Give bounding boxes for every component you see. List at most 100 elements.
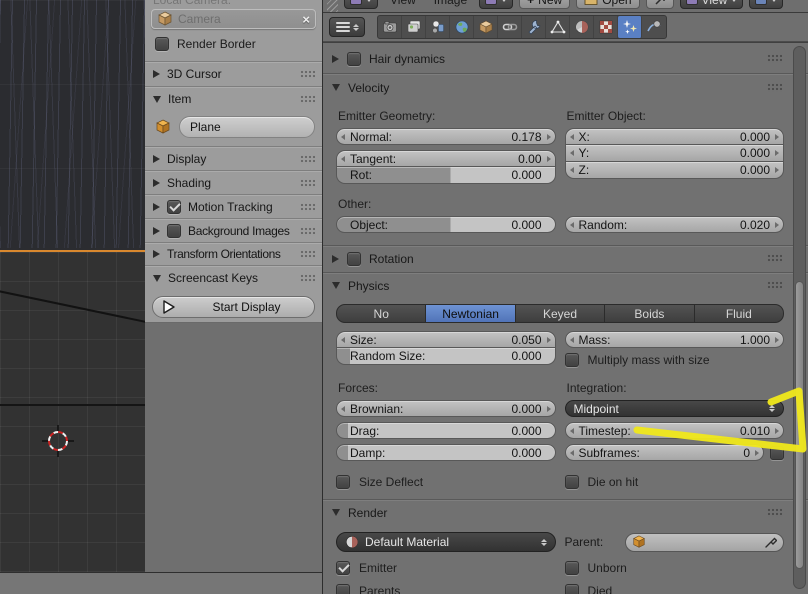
sidebar-item-background-images[interactable]: Background Images xyxy=(153,220,315,242)
mass-field[interactable]: Mass: 1.000 xyxy=(564,331,784,348)
die-on-hit-checkbox[interactable] xyxy=(564,475,579,489)
emitter-checkbox[interactable] xyxy=(336,561,350,575)
random-field[interactable]: Random: 0.020 xyxy=(564,216,784,233)
tab-world[interactable] xyxy=(450,16,474,38)
sidebar-item-motion-tracking[interactable]: Motion Tracking xyxy=(153,196,315,218)
tab-modifiers[interactable] xyxy=(522,16,546,38)
tab-render[interactable] xyxy=(378,16,402,38)
physics-type-boids[interactable]: Boids xyxy=(605,304,695,323)
normal-field[interactable]: Normal: 0.178 xyxy=(336,128,556,145)
panel-physics[interactable]: Physics xyxy=(323,275,808,296)
clear-x-icon[interactable]: × xyxy=(302,12,310,27)
editor-type-dropdown[interactable] xyxy=(344,0,378,9)
panel-grip-icon[interactable] xyxy=(300,226,315,236)
rot-slider[interactable]: Rot: 0.000 xyxy=(336,167,556,184)
size-deflect-row[interactable]: Size Deflect xyxy=(336,475,556,489)
sidebar-item-3d-cursor[interactable]: 3D Cursor xyxy=(153,63,315,85)
sidebar-item-transform-orientations[interactable]: Transform Orientations xyxy=(153,243,315,265)
panel-grip-icon[interactable] xyxy=(300,69,315,79)
menu-view[interactable]: View xyxy=(384,0,422,7)
unborn-row[interactable]: Unborn xyxy=(564,561,785,575)
panel-grip-icon[interactable] xyxy=(300,249,315,259)
panel-grip-icon[interactable] xyxy=(300,178,315,188)
died-checkbox[interactable] xyxy=(564,584,579,594)
physics-type-keyed[interactable]: Keyed xyxy=(515,304,606,323)
size-field[interactable]: Size: 0.050 xyxy=(336,331,556,348)
physics-type-fluid[interactable]: Fluid xyxy=(694,304,785,323)
open-image-button[interactable]: Open xyxy=(576,0,640,9)
unborn-checkbox[interactable] xyxy=(564,561,579,575)
viewport-3d[interactable] xyxy=(0,0,145,572)
tab-render-layers[interactable] xyxy=(402,16,426,38)
panel-grip-icon[interactable] xyxy=(300,94,315,104)
rotation-checkbox[interactable] xyxy=(347,251,361,266)
pivot-dropdown[interactable] xyxy=(749,0,784,9)
subframes-field[interactable]: Subframes: 0 xyxy=(564,444,764,461)
tab-object[interactable] xyxy=(474,16,498,38)
panel-velocity[interactable]: Velocity xyxy=(323,77,808,98)
z-field[interactable]: Z: 0.000 xyxy=(564,162,784,179)
object-slider[interactable]: Object: 0.000 xyxy=(336,216,556,233)
parents-checkbox[interactable] xyxy=(336,584,350,594)
drag-slider[interactable]: Drag: 0.000 xyxy=(336,422,556,439)
browse-arrow-button[interactable] xyxy=(645,0,674,9)
x-field[interactable]: X: 0.000 xyxy=(564,128,784,145)
die-on-hit-row[interactable]: Die on hit xyxy=(564,475,785,489)
tangent-field[interactable]: Tangent: 0.00 xyxy=(336,150,556,167)
menu-image[interactable]: Image xyxy=(428,0,473,7)
panel-grip-icon[interactable] xyxy=(767,281,782,290)
panel-hair-dynamics[interactable]: Hair dynamics xyxy=(323,48,808,69)
panel-grip-icon[interactable] xyxy=(300,273,315,283)
tab-scene[interactable] xyxy=(426,16,450,38)
tab-texture[interactable] xyxy=(594,16,618,38)
scrollbar-thumb[interactable] xyxy=(795,281,804,569)
image-datablock-dropdown[interactable] xyxy=(479,0,514,9)
panel-grip-icon[interactable] xyxy=(767,254,782,263)
integrator-dropdown[interactable]: Midpoint xyxy=(564,400,784,417)
sidebar-item-shading[interactable]: Shading xyxy=(153,172,315,194)
panel-grip-icon[interactable] xyxy=(767,54,782,63)
editor-corner-widget[interactable] xyxy=(327,0,338,12)
new-image-button[interactable]: + New xyxy=(519,0,571,9)
camera-object-field[interactable]: Camera × xyxy=(151,9,316,29)
random-size-slider[interactable]: Random Size: 0.000 xyxy=(336,348,556,365)
panel-grip-icon[interactable] xyxy=(300,154,315,164)
timestep-field[interactable]: Timestep: 0.010 xyxy=(564,422,784,439)
parents-row[interactable]: Parents xyxy=(336,584,556,594)
material-dropdown[interactable]: Default Material xyxy=(336,532,556,552)
y-field[interactable]: Y: 0.000 xyxy=(564,145,784,162)
multiply-mass-checkbox[interactable] xyxy=(564,353,579,367)
sidebar-item-item[interactable]: Item xyxy=(153,88,315,110)
tab-physics[interactable] xyxy=(642,16,666,38)
physics-type-no[interactable]: No xyxy=(336,304,427,323)
adaptive-checkbox[interactable] xyxy=(770,445,784,460)
parent-object-field[interactable] xyxy=(624,532,784,552)
eyedropper-icon[interactable] xyxy=(764,536,777,549)
physics-type-newtonian[interactable]: Newtonian xyxy=(426,304,516,323)
sidebar-item-display[interactable]: Display xyxy=(153,148,315,170)
tab-particles[interactable] xyxy=(618,16,642,38)
damp-slider[interactable]: Damp: 0.000 xyxy=(336,444,556,461)
start-display-button[interactable]: Start Display xyxy=(152,296,315,318)
size-deflect-checkbox[interactable] xyxy=(336,475,350,489)
editor-type-dropdown[interactable] xyxy=(329,17,365,37)
sidebar-item-screencast-keys[interactable]: Screencast Keys xyxy=(153,267,315,289)
scrollbar-track[interactable] xyxy=(793,46,806,589)
panel-grip-icon[interactable] xyxy=(300,202,315,212)
background-images-checkbox[interactable] xyxy=(167,224,181,238)
tab-material[interactable] xyxy=(570,16,594,38)
object-name-input[interactable]: Plane xyxy=(179,116,315,138)
motion-tracking-checkbox[interactable] xyxy=(167,200,181,214)
tab-object-data[interactable] xyxy=(546,16,570,38)
tab-constraints[interactable] xyxy=(498,16,522,38)
hair-dynamics-checkbox[interactable] xyxy=(347,51,361,66)
render-border-row[interactable]: Render Border xyxy=(155,37,256,51)
render-border-checkbox[interactable] xyxy=(155,37,169,51)
emitter-row[interactable]: Emitter xyxy=(336,561,556,575)
panel-grip-icon[interactable] xyxy=(767,83,782,92)
brownian-field[interactable]: Brownian: 0.000 xyxy=(336,400,556,417)
view-mode-dropdown[interactable]: View xyxy=(679,0,744,9)
panel-render[interactable]: Render xyxy=(323,502,808,523)
panel-grip-icon[interactable] xyxy=(767,508,782,517)
multiply-mass-row[interactable]: Multiply mass with size xyxy=(564,353,785,367)
